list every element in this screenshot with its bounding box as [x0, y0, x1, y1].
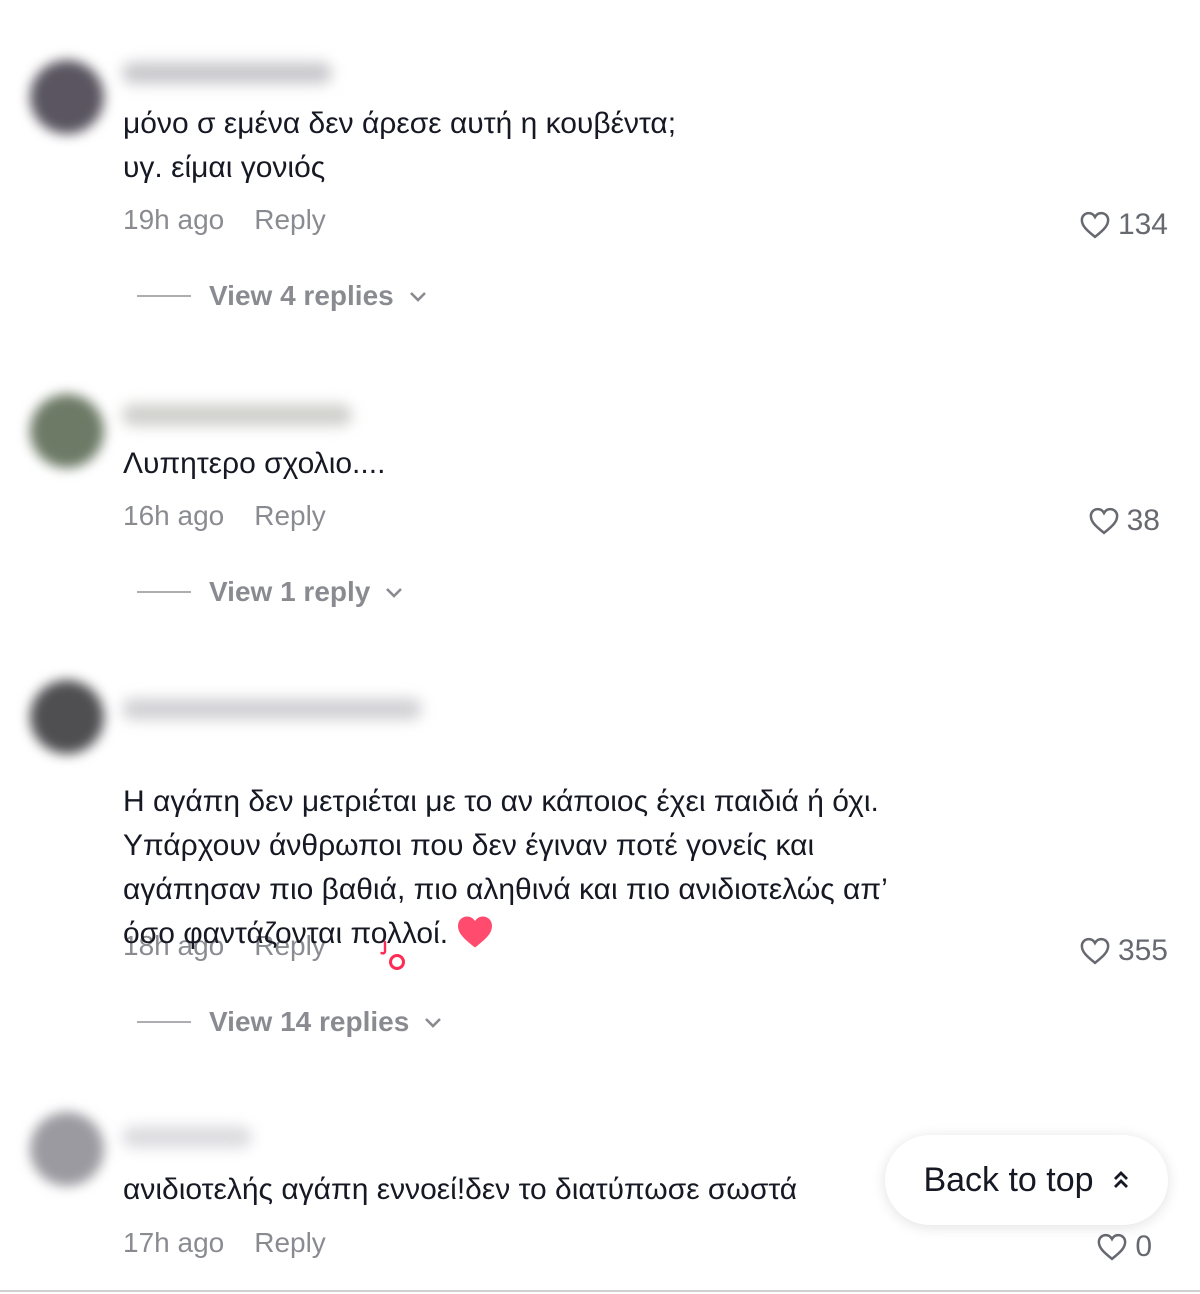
- comment-meta: 16h ago Reply: [123, 500, 326, 532]
- like-button[interactable]: 134: [1080, 208, 1168, 242]
- like-count: 134: [1117, 208, 1168, 241]
- chevron-down-icon: [409, 292, 426, 302]
- comment-meta: 17h ago Reply: [123, 1227, 326, 1259]
- comment-meta: 19h ago Reply: [123, 204, 326, 236]
- avatar[interactable]: [30, 680, 104, 754]
- like-count: 0: [1135, 1230, 1152, 1263]
- comment-time: 16h ago: [123, 500, 225, 531]
- heart-outline-icon: [1080, 937, 1110, 965]
- like-button[interactable]: 0: [1097, 1230, 1152, 1264]
- avatar[interactable]: [30, 394, 104, 468]
- like-count: 38: [1126, 504, 1160, 537]
- comment-text: Η αγάπη δεν μετριέται με το αν κάποιος έ…: [123, 736, 888, 956]
- username-blurred[interactable]: [122, 404, 352, 426]
- heart-emoji-icon: [458, 916, 493, 948]
- chevron-down-icon: [386, 588, 403, 598]
- replies-divider-line: [137, 591, 191, 593]
- double-chevron-up-icon: [1113, 1171, 1128, 1188]
- view-replies-label: View 1 reply: [209, 576, 371, 607]
- comment-text: ανιδιοτελής αγάπη εννοεί!δεν το διατύπωσ…: [123, 1173, 798, 1206]
- comment-meta: 18h ago Reply: [123, 930, 326, 962]
- comment-text-content: Η αγάπη δεν μετριέται με το αν κάποιος έ…: [123, 785, 888, 950]
- avatar[interactable]: [30, 1112, 104, 1186]
- like-button[interactable]: 355: [1080, 934, 1168, 968]
- comment-text: μόνο σ εμένα δεν άρεσε αυτή η κουβέντα; …: [123, 107, 677, 184]
- view-replies-button[interactable]: View 4 replies: [137, 280, 428, 312]
- bottom-divider: [0, 1290, 1200, 1292]
- heart-outline-icon: [1097, 1233, 1127, 1261]
- comment-time: 18h ago: [123, 930, 225, 961]
- chevron-down-icon: [425, 1018, 442, 1028]
- heart-outline-icon: [1080, 211, 1110, 239]
- creator-liked-badge-icon: [380, 940, 405, 970]
- username-blurred[interactable]: [122, 1126, 252, 1148]
- reply-button[interactable]: Reply: [254, 930, 326, 962]
- comment-text: Λυπητερο σχολιο....: [123, 447, 386, 480]
- heart-outline-icon: [1089, 507, 1119, 535]
- comment-time: 19h ago: [123, 204, 225, 235]
- reply-button[interactable]: Reply: [254, 1227, 326, 1259]
- like-count: 355: [1117, 934, 1168, 967]
- view-replies-button[interactable]: View 1 reply: [137, 576, 404, 608]
- view-replies-label: View 14 replies: [209, 1006, 410, 1037]
- back-to-top-button[interactable]: Back to top: [885, 1135, 1168, 1225]
- view-replies-button[interactable]: View 14 replies: [137, 1006, 443, 1038]
- replies-divider-line: [137, 295, 191, 297]
- replies-divider-line: [137, 1021, 191, 1023]
- view-replies-label: View 4 replies: [209, 280, 394, 311]
- username-blurred[interactable]: [122, 698, 422, 720]
- avatar[interactable]: [30, 60, 104, 134]
- username-blurred[interactable]: [122, 62, 332, 84]
- comment-time: 17h ago: [123, 1227, 225, 1258]
- reply-button[interactable]: Reply: [254, 500, 326, 532]
- reply-button[interactable]: Reply: [254, 204, 326, 236]
- back-to-top-label: Back to top: [923, 1160, 1094, 1199]
- like-button[interactable]: 38: [1089, 504, 1160, 538]
- comments-page: μόνο σ εμένα δεν άρεσε αυτή η κουβέντα; …: [0, 0, 1200, 1294]
